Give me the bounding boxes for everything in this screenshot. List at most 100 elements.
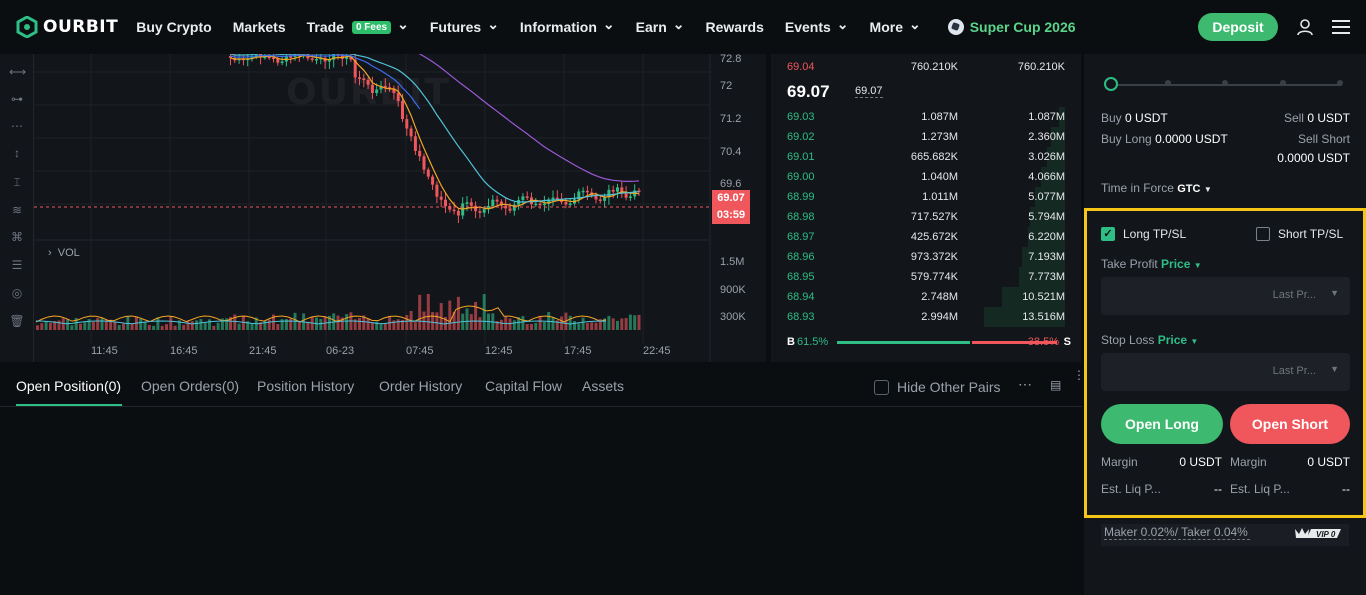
volume-bar <box>117 325 121 330</box>
slider-knob[interactable] <box>1104 77 1118 91</box>
nav-events[interactable]: Events ⌄ <box>785 16 849 35</box>
nav-rewards[interactable]: Rewards <box>706 19 764 35</box>
horizontal-line-tool-icon[interactable]: ⟷ <box>9 64 26 80</box>
bid-row[interactable]: 69.01 665.682K 3.026M <box>771 147 1081 167</box>
buy-label: Buy <box>1101 111 1122 125</box>
fee-rate[interactable]: Maker 0.02%/ Taker 0.04% <box>1104 525 1250 540</box>
fib-tool-icon[interactable]: ≋ <box>9 202 25 218</box>
slider-step[interactable] <box>1280 80 1286 86</box>
bid-price: 68.93 <box>787 311 815 323</box>
tab-capital-flow[interactable]: Capital Flow <box>485 378 562 394</box>
candle-body <box>598 199 602 201</box>
nav-information[interactable]: Information ⌄ <box>520 16 615 35</box>
tab-open-position[interactable]: Open Position(0) <box>16 378 121 394</box>
volume-bar <box>57 320 61 330</box>
nav-more[interactable]: More ⌄ <box>869 17 921 35</box>
ray-tool-icon[interactable]: ⊶ <box>9 91 25 107</box>
nav-earn[interactable]: Earn ⌄ <box>636 17 685 35</box>
candle-body <box>444 199 447 207</box>
candle-body <box>469 202 473 206</box>
user-icon[interactable] <box>1296 18 1314 36</box>
bid-row[interactable]: 68.98 717.527K 5.794M <box>771 207 1081 227</box>
tab-position-history[interactable]: Position History <box>257 378 354 394</box>
volume-bar <box>594 322 598 330</box>
nav-futures[interactable]: Futures ⌄ <box>429 17 499 35</box>
ask-row[interactable]: 69.04 760.210K 760.210K <box>771 57 1081 77</box>
nav-markets[interactable]: Markets <box>233 19 286 35</box>
trash-icon[interactable]: 🗑 <box>9 313 25 329</box>
volume-bar <box>616 320 619 330</box>
measure-tool-icon[interactable]: ⌶ <box>9 174 25 190</box>
vertical-line-tool-icon[interactable]: ↕ <box>9 145 25 161</box>
tif-label: Time in Force <box>1101 181 1174 195</box>
hide-other-pairs-toggle[interactable]: Hide Other Pairs <box>874 379 1000 395</box>
volume-bar <box>319 318 323 330</box>
chevron-down-icon: ⌄ <box>836 16 849 32</box>
volume-bar <box>190 321 194 330</box>
buy-sell-ratio-bar: B 61.5% 38.5% S <box>787 336 1081 350</box>
bid-row[interactable]: 68.95 579.774K 7.773M <box>771 267 1081 287</box>
tab-open-orders[interactable]: Open Orders(0) <box>141 378 239 394</box>
volume-bar <box>250 323 254 330</box>
volume-bar <box>508 318 512 330</box>
candlestick-chart[interactable] <box>34 54 766 362</box>
hide-drawings-icon[interactable]: ◎ <box>9 285 25 301</box>
bid-row[interactable]: 68.96 973.372K 7.193M <box>771 247 1081 267</box>
candle-body <box>624 193 628 198</box>
bid-row[interactable]: 68.93 2.994M 13.516M <box>771 307 1081 327</box>
volume-bar <box>91 321 95 330</box>
nav-item-label: Futures <box>429 19 482 35</box>
pattern-tool-icon[interactable]: ⌘ <box>9 229 25 245</box>
active-tab-indicator <box>16 404 122 406</box>
volume-bar <box>577 323 581 330</box>
bid-total: 2.360M <box>1028 131 1065 143</box>
candle-body <box>525 196 529 198</box>
volume-bar <box>70 325 74 330</box>
notes-icon[interactable]: ▤ <box>1050 378 1061 392</box>
bid-row[interactable]: 69.02 1.273M 2.360M <box>771 127 1081 147</box>
buy-available: Buy 0 USDT <box>1101 111 1168 125</box>
x-tick: 12:45 <box>485 345 513 357</box>
mark-price[interactable]: 69.07 <box>855 85 883 98</box>
candle-body <box>456 210 460 216</box>
more-options-icon[interactable]: ⋯ <box>1018 376 1032 393</box>
candle-body <box>616 187 619 192</box>
nav-item-label: More <box>869 19 903 35</box>
volume-bar <box>607 315 611 330</box>
ask-qty: 760.210K <box>910 61 958 73</box>
chevron-down-icon: ⌄ <box>602 16 615 32</box>
hamburger-menu-icon[interactable] <box>1332 20 1350 34</box>
bid-row[interactable]: 68.99 1.011M 5.077M <box>771 187 1081 207</box>
text-tool-icon[interactable]: ☰ <box>9 257 25 273</box>
nav-trade[interactable]: Trade 0 Fees ⌄ <box>307 17 409 35</box>
candle-body <box>310 58 314 60</box>
bid-row[interactable]: 68.94 2.748M 10.521M <box>771 287 1081 307</box>
time-in-force[interactable]: Time in Force GTC ▼ <box>1101 181 1212 195</box>
bid-row[interactable]: 69.00 1.040M 4.066M <box>771 167 1081 187</box>
volume-bar <box>79 323 82 330</box>
volume-bar <box>413 322 417 330</box>
slider-step[interactable] <box>1165 80 1171 86</box>
slider-step[interactable] <box>1222 80 1228 86</box>
volume-label: › VOL <box>48 247 80 259</box>
tab-order-history[interactable]: Order History <box>379 378 462 394</box>
volume-bar <box>469 314 473 330</box>
deposit-button[interactable]: Deposit <box>1198 13 1278 41</box>
bid-total: 7.193M <box>1028 251 1065 263</box>
bid-price: 69.00 <box>787 171 815 183</box>
super-cup-promo[interactable]: Super Cup 2026 <box>947 19 1076 35</box>
tab-assets[interactable]: Assets <box>582 378 624 394</box>
ourbit-logo[interactable]: OURBIT <box>16 16 118 38</box>
vip-badge-icon[interactable]: VIP 0 <box>1293 526 1343 540</box>
nav-buy-crypto[interactable]: Buy Crypto <box>136 19 211 35</box>
bid-total: 5.794M <box>1028 211 1065 223</box>
parallel-channel-tool-icon[interactable]: ⋯ <box>9 118 25 134</box>
nav-item-label: Buy Crypto <box>136 19 212 35</box>
hide-other-pairs-checkbox[interactable] <box>874 379 889 395</box>
volume-bar <box>431 312 435 330</box>
slider-step[interactable] <box>1337 80 1343 86</box>
bid-row[interactable]: 68.97 425.672K 6.220M <box>771 227 1081 247</box>
candle-body <box>435 184 439 197</box>
bid-row[interactable]: 69.03 1.087M 1.087M <box>771 107 1081 127</box>
volume-bar <box>573 321 576 330</box>
